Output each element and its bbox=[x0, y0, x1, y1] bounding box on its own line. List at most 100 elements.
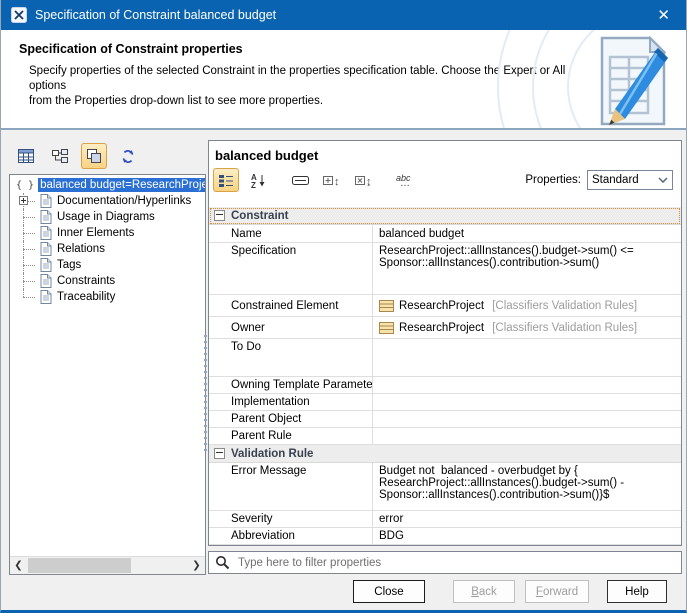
svg-text:↨: ↨ bbox=[366, 176, 372, 187]
property-value[interactable] bbox=[372, 339, 681, 376]
tree-horizontal-scrollbar[interactable]: ❮ ❯ bbox=[10, 556, 205, 574]
help-button[interactable]: Help bbox=[607, 580, 667, 603]
properties-table-button[interactable] bbox=[13, 143, 39, 169]
tree-item-label: Inner Elements bbox=[57, 227, 134, 239]
tree-guide bbox=[10, 209, 40, 225]
close-button[interactable]: Close bbox=[353, 580, 425, 603]
property-row-specification[interactable]: SpecificationResearchProject::allInstanc… bbox=[209, 243, 681, 295]
group-title: Constraint bbox=[231, 210, 289, 222]
refresh-icon bbox=[120, 149, 136, 164]
page-icon bbox=[40, 210, 52, 224]
property-value[interactable] bbox=[372, 411, 681, 427]
property-label: Severity bbox=[209, 513, 372, 525]
properties-panel: balanced budget AZ ↕ ↨ abc… Properties: Sta… bbox=[208, 140, 682, 546]
property-row-owning-template-parameter[interactable]: Owning Template Parameter bbox=[209, 377, 681, 394]
scrollbar-thumb[interactable] bbox=[28, 558, 131, 573]
tree-root-label: balanced budget=ResearchProject: bbox=[38, 178, 205, 192]
specification-dialog: Specification of Constraint balanced bud… bbox=[0, 0, 687, 613]
page-icon bbox=[40, 290, 52, 304]
group-header-validation-rule[interactable]: Validation Rule bbox=[209, 445, 681, 463]
property-value[interactable]: ResearchProject [Classifiers Validation … bbox=[372, 317, 681, 338]
dialog-icon bbox=[11, 7, 27, 23]
property-value-text: balanced budget bbox=[379, 228, 464, 240]
tree-item-relations[interactable]: Relations bbox=[10, 241, 205, 257]
tree-item-documentation-hyperlinks[interactable]: Documentation/Hyperlinks bbox=[10, 193, 205, 209]
tree-item-traceability[interactable]: Traceability bbox=[10, 289, 205, 305]
scroll-left-icon[interactable]: ❮ bbox=[10, 557, 27, 574]
forward-button: Forward bbox=[525, 580, 589, 603]
collapse-nodes-button[interactable]: ↨ bbox=[351, 168, 377, 192]
refresh-button[interactable] bbox=[115, 143, 141, 169]
property-row-severity[interactable]: Severity error bbox=[209, 511, 681, 528]
property-value-suffix: [Classifiers Validation Rules] bbox=[489, 322, 637, 334]
expand-nodes-button[interactable]: ↕ bbox=[319, 168, 345, 192]
property-value-text: error bbox=[379, 513, 403, 525]
categorized-view-button[interactable] bbox=[213, 168, 239, 192]
properties-label: Properties: bbox=[525, 174, 581, 186]
chevron-down-icon bbox=[654, 177, 672, 183]
property-row-implementation[interactable]: Implementation bbox=[209, 394, 681, 411]
sort-alphabetically-button[interactable]: AZ bbox=[245, 168, 271, 192]
property-label: Abbreviation bbox=[209, 530, 372, 542]
tree-item-constraints[interactable]: Constraints bbox=[10, 273, 205, 289]
show-description-icon bbox=[292, 174, 309, 187]
page-icon bbox=[40, 194, 52, 208]
property-value[interactable] bbox=[372, 394, 681, 410]
collapse-minus-icon[interactable] bbox=[214, 210, 225, 221]
group-header-constraint[interactable]: Constraint bbox=[209, 207, 681, 225]
property-label: Name bbox=[209, 228, 372, 240]
property-value[interactable]: error bbox=[372, 511, 681, 527]
navigation-tree-panel: { } balanced budget=ResearchProject:Docum… bbox=[9, 174, 206, 575]
svg-text:↕: ↕ bbox=[334, 176, 340, 187]
property-row-owner[interactable]: OwnerResearchProject [Classifiers Valida… bbox=[209, 317, 681, 339]
property-row-constrained-element[interactable]: Constrained ElementResearchProject [Clas… bbox=[209, 295, 681, 317]
property-value-text: ResearchProject bbox=[399, 300, 484, 312]
svg-text:Z: Z bbox=[251, 181, 256, 188]
property-value[interactable]: ResearchProject::allInstances().budget->… bbox=[372, 243, 681, 294]
property-value[interactable]: ResearchProject [Classifiers Validation … bbox=[372, 295, 681, 316]
page-icon bbox=[40, 242, 52, 256]
property-row-parent-rule[interactable]: Parent Rule bbox=[209, 428, 681, 445]
tree-item-label: Relations bbox=[57, 243, 105, 255]
property-row-parent-object[interactable]: Parent Object bbox=[209, 411, 681, 428]
property-value[interactable]: Budget not balanced - overbudget by { Re… bbox=[372, 463, 681, 510]
collapse-minus-icon[interactable] bbox=[214, 448, 225, 459]
tree-item-usage-in-diagrams[interactable]: Usage in Diagrams bbox=[10, 209, 205, 225]
property-row-to-do[interactable]: To Do bbox=[209, 339, 681, 377]
page-icon bbox=[40, 226, 52, 240]
tree-item-label: Tags bbox=[57, 259, 81, 271]
property-row-name[interactable]: Name balanced budget bbox=[209, 225, 681, 243]
property-value[interactable] bbox=[372, 377, 681, 393]
navigation-tree: { } balanced budget=ResearchProject:Docum… bbox=[10, 177, 205, 557]
tree-guide bbox=[10, 241, 40, 257]
scroll-right-icon[interactable]: ❯ bbox=[188, 557, 205, 574]
braces-icon: { } bbox=[16, 180, 34, 191]
property-value-suffix: [Classifiers Validation Rules] bbox=[489, 300, 637, 312]
tree-guide bbox=[10, 225, 40, 241]
footer-buttons: CloseBackForwardHelp bbox=[1, 580, 686, 604]
property-row-error-message[interactable]: Error MessageBudget not balanced - overb… bbox=[209, 463, 681, 511]
property-value[interactable]: BDG bbox=[372, 528, 681, 544]
property-value[interactable]: balanced budget bbox=[372, 225, 681, 242]
tree-item-inner-elements[interactable]: Inner Elements bbox=[10, 225, 205, 241]
close-icon[interactable]: ✕ bbox=[651, 6, 676, 25]
property-row-abbreviation[interactable]: AbbreviationBDG bbox=[209, 528, 681, 545]
property-value[interactable] bbox=[372, 428, 681, 444]
property-label: Specification bbox=[209, 243, 372, 257]
customize-abc-button[interactable]: abc… bbox=[393, 168, 419, 192]
filter-input[interactable] bbox=[236, 556, 681, 570]
tree-item-tags[interactable]: Tags bbox=[10, 257, 205, 273]
splitter-grip[interactable] bbox=[204, 335, 207, 455]
expand-plus-icon[interactable] bbox=[19, 196, 28, 205]
property-label: Parent Rule bbox=[209, 430, 372, 442]
svg-text:…: … bbox=[400, 178, 410, 188]
show-description-button[interactable] bbox=[287, 168, 313, 192]
expand-nodes-icon: ↕ bbox=[323, 173, 341, 187]
properties-table-icon bbox=[18, 149, 34, 163]
tree-view-button[interactable] bbox=[47, 143, 73, 169]
properties-dropdown[interactable]: Standard bbox=[587, 170, 673, 190]
tree-root-item[interactable]: { } balanced budget=ResearchProject: bbox=[10, 177, 205, 193]
standalone-copies-button[interactable] bbox=[81, 143, 107, 169]
collapse-nodes-icon: ↨ bbox=[355, 173, 373, 187]
properties-dropdown-value: Standard bbox=[588, 174, 654, 186]
